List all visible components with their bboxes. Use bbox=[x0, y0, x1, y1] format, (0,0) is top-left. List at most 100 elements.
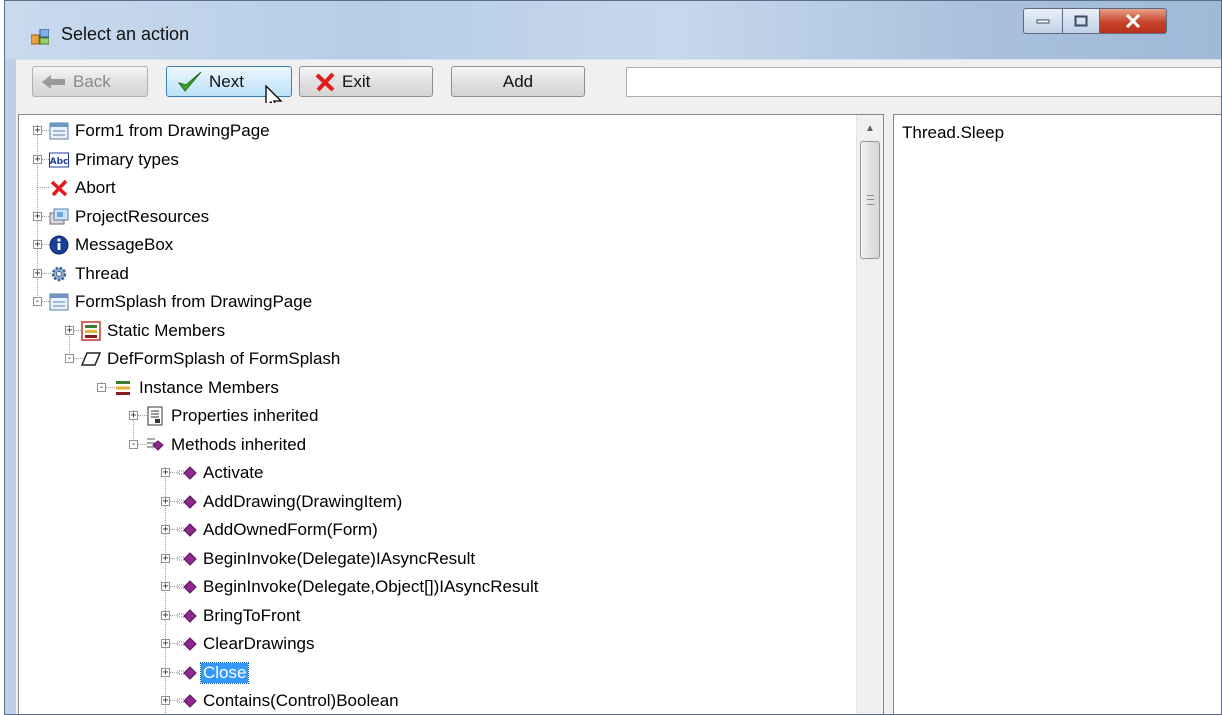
tree-node[interactable]: + AddDrawing(DrawingItem) bbox=[19, 488, 849, 516]
tree-node-label[interactable]: Abort bbox=[73, 178, 118, 198]
exit-button[interactable]: Exit bbox=[299, 66, 433, 97]
checkmark-icon bbox=[177, 71, 202, 92]
expand-plus-icon[interactable]: + bbox=[33, 126, 42, 136]
scroll-thumb[interactable] bbox=[860, 141, 880, 259]
tree-node-label[interactable]: MessageBox bbox=[73, 235, 175, 255]
tree-node[interactable]: + MessageBox bbox=[19, 231, 849, 259]
tree-node[interactable]: + Static Members bbox=[19, 317, 849, 345]
expand-plus-icon[interactable]: + bbox=[33, 268, 42, 278]
window-app-icon bbox=[31, 29, 49, 45]
expand-plus-icon[interactable]: + bbox=[161, 496, 170, 506]
tree-node-label[interactable]: ClearDrawings bbox=[201, 634, 316, 654]
tree-node[interactable]: + Properties inherited bbox=[19, 402, 849, 430]
dialog-window: Select an action Back Next Exit Add + Fo… bbox=[4, 0, 1222, 715]
method-icon bbox=[177, 634, 197, 654]
method-icon bbox=[177, 492, 197, 512]
tree-node-label[interactable]: Primary types bbox=[73, 150, 181, 170]
window-title: Select an action bbox=[61, 24, 190, 44]
collapse-minus-icon[interactable]: - bbox=[129, 439, 138, 449]
tree-node-label[interactable]: AddOwnedForm(Form) bbox=[201, 520, 380, 540]
tree-node[interactable]: + BeginInvoke(Delegate)IAsyncResult bbox=[19, 545, 849, 573]
expand-plus-icon[interactable]: + bbox=[161, 582, 170, 592]
method-icon bbox=[177, 463, 197, 483]
red-x-icon bbox=[49, 178, 69, 198]
tree-node[interactable]: Abort bbox=[19, 174, 849, 202]
tree-node[interactable]: - Methods inherited bbox=[19, 431, 849, 459]
tree-node[interactable]: + Thread bbox=[19, 260, 849, 288]
tree-node[interactable]: + Close bbox=[19, 659, 849, 687]
tree-node-label[interactable]: Methods inherited bbox=[169, 435, 308, 455]
method-icon bbox=[177, 691, 197, 711]
expand-plus-icon[interactable]: + bbox=[129, 411, 138, 421]
method-icon bbox=[177, 577, 197, 597]
tree-node-label[interactable]: Contains(Control)Boolean bbox=[201, 691, 401, 711]
collapse-minus-icon[interactable]: - bbox=[97, 382, 106, 392]
minimize-button[interactable] bbox=[1023, 8, 1063, 34]
collapse-minus-icon[interactable]: - bbox=[33, 297, 42, 307]
tree-node[interactable]: + BeginInvoke(Delegate,Object[])IAsyncRes… bbox=[19, 573, 849, 601]
add-button[interactable]: Add bbox=[451, 66, 585, 97]
expand-plus-icon[interactable]: + bbox=[161, 525, 170, 535]
close-button[interactable] bbox=[1099, 8, 1167, 34]
back-button-label: Back bbox=[73, 71, 111, 91]
maximize-button[interactable] bbox=[1062, 8, 1100, 34]
tree-scrollbar[interactable]: ▲ bbox=[856, 115, 883, 714]
tree-node-label[interactable]: FormSplash from DrawingPage bbox=[73, 292, 314, 312]
tree-node-label[interactable]: ProjectResources bbox=[73, 207, 211, 227]
back-button[interactable]: Back bbox=[32, 66, 148, 97]
methods-icon bbox=[145, 435, 165, 455]
expand-plus-icon[interactable]: + bbox=[161, 553, 170, 563]
expand-plus-icon[interactable]: + bbox=[65, 325, 74, 335]
tree-node-label[interactable]: Thread bbox=[73, 264, 131, 284]
action-tree[interactable]: + Form1 from DrawingPage + Abc Primary types… bbox=[18, 114, 884, 714]
expand-plus-icon[interactable]: + bbox=[161, 667, 170, 677]
method-icon bbox=[177, 520, 197, 540]
expand-plus-icon[interactable]: + bbox=[33, 211, 42, 221]
tree-node[interactable]: + Form1 from DrawingPage bbox=[19, 117, 849, 145]
tree-node-label[interactable]: BeginInvoke(Delegate,Object[])IAsyncResu… bbox=[201, 577, 540, 597]
expand-plus-icon[interactable]: + bbox=[161, 468, 170, 478]
tree-node[interactable]: + ClearDrawings bbox=[19, 630, 849, 658]
tree-node[interactable]: - DefFormSplash of FormSplash bbox=[19, 345, 849, 373]
tree-node-label[interactable]: BeginInvoke(Delegate)IAsyncResult bbox=[201, 549, 477, 569]
tree-node-label[interactable]: DefFormSplash of FormSplash bbox=[105, 349, 342, 369]
method-icon bbox=[177, 606, 197, 626]
content-area: + Form1 from DrawingPage + Abc Primary types… bbox=[16, 103, 1221, 714]
back-arrow-icon bbox=[42, 74, 65, 89]
gear-icon bbox=[49, 264, 69, 284]
svg-text:Abc: Abc bbox=[50, 157, 69, 167]
tree-node[interactable]: - FormSplash from DrawingPage bbox=[19, 288, 849, 316]
tree-node-label[interactable]: Properties inherited bbox=[169, 406, 320, 426]
detail-panel[interactable]: Thread.Sleep bbox=[893, 114, 1221, 714]
resources-icon bbox=[49, 207, 69, 227]
tree-node[interactable]: + ProjectResources bbox=[19, 203, 849, 231]
tree-node[interactable]: + AddOwnedForm(Form) bbox=[19, 516, 849, 544]
form-icon bbox=[49, 121, 69, 141]
tree-node[interactable]: + BringToFront bbox=[19, 602, 849, 630]
expand-plus-icon[interactable]: + bbox=[161, 639, 170, 649]
title-bar[interactable]: Select an action bbox=[5, 1, 1221, 59]
tree-node-label[interactable]: BringToFront bbox=[201, 606, 302, 626]
expand-plus-icon[interactable]: + bbox=[33, 240, 42, 250]
tree-node[interactable]: - Instance Members bbox=[19, 374, 849, 402]
method-icon bbox=[177, 663, 197, 683]
tree-node[interactable]: + Contains(Control)Boolean bbox=[19, 687, 849, 714]
scroll-up-arrow-icon[interactable]: ▲ bbox=[857, 115, 883, 141]
tree-node-label[interactable]: Instance Members bbox=[137, 378, 281, 398]
tree-node[interactable]: + Abc Primary types bbox=[19, 146, 849, 174]
action-text-field[interactable] bbox=[626, 67, 1221, 97]
expand-plus-icon[interactable]: + bbox=[33, 154, 42, 164]
expand-plus-icon[interactable]: + bbox=[161, 696, 170, 706]
instance-icon bbox=[80, 349, 102, 369]
tree-node-label[interactable]: Static Members bbox=[105, 321, 227, 341]
next-button-label: Next bbox=[209, 71, 244, 91]
expand-plus-icon[interactable]: + bbox=[161, 610, 170, 620]
tree-node-label[interactable]: AddDrawing(DrawingItem) bbox=[201, 492, 404, 512]
method-icon bbox=[177, 549, 197, 569]
tree-node-label[interactable]: Close bbox=[199, 661, 250, 684]
tree-node-label[interactable]: Form1 from DrawingPage bbox=[73, 121, 272, 141]
tree-node-label[interactable]: Activate bbox=[201, 463, 265, 483]
collapse-minus-icon[interactable]: - bbox=[65, 354, 74, 364]
info-icon bbox=[49, 235, 69, 255]
tree-node[interactable]: + Activate bbox=[19, 459, 849, 487]
